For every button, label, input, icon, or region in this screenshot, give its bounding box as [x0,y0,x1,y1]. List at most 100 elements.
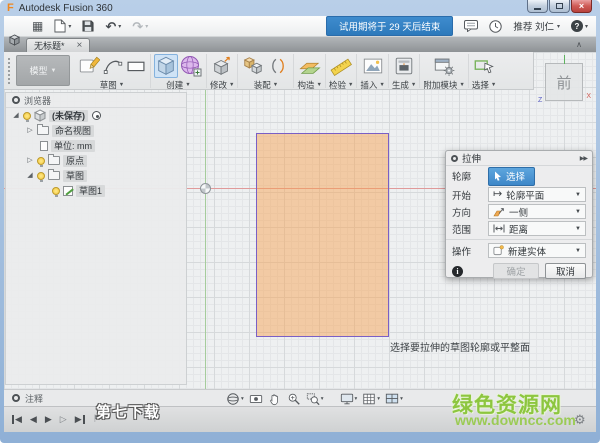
addins-button[interactable] [432,54,456,78]
activate-component-icon[interactable] [92,111,101,120]
document-tab[interactable]: 无标题* × [26,38,90,52]
view-cube[interactable]: 前 X Z [545,63,583,101]
comments-gear-icon[interactable] [12,394,20,402]
zoom-button[interactable] [286,391,302,406]
close-button[interactable]: × [571,0,592,13]
group-label-modify[interactable]: 修改▼ [210,79,234,91]
group-label-construct[interactable]: 构造▼ [297,79,321,91]
data-panel-icon[interactable]: ▦ [32,20,43,32]
press-pull-button[interactable] [210,54,234,78]
orbit-button[interactable]: ▾ [225,391,245,406]
dialog-separator [446,239,592,240]
create-sketch-button[interactable] [77,54,101,78]
tree-item-label[interactable]: 草图1 [76,185,105,197]
file-menu-button[interactable]: ▾ [54,19,71,33]
zoom-icon [287,392,301,406]
group-label-make[interactable]: 生成▼ [392,79,416,91]
zoom-window-button[interactable]: ▾ [305,391,325,406]
distance-icon [493,224,505,233]
extent-dropdown[interactable]: 距离 ▼ [488,221,586,236]
timeline-step-back-button[interactable]: ◀ [30,415,37,424]
joint-icon [268,55,288,77]
pan-button[interactable] [267,391,283,406]
tree-item-named-views[interactable]: ▷ 命名视图 [6,123,186,138]
sketch-profile-rectangle[interactable] [256,133,389,337]
notifications-button[interactable] [464,20,478,32]
comments-label[interactable]: 注释 [25,392,43,405]
measure-button[interactable] [329,54,353,78]
expand-toggle-icon[interactable]: ◢ [26,172,34,179]
arc-tool-button[interactable] [102,54,124,78]
tree-item-label[interactable]: 原点 [63,155,87,167]
joint-button[interactable] [266,54,290,78]
display-settings-button[interactable]: ▾ [339,391,359,406]
timeline-go-to-start-button[interactable]: ◀ [12,415,22,424]
expand-toggle-icon[interactable]: ▷ [26,127,34,134]
tree-item-label[interactable]: 草图 [63,170,87,182]
start-dropdown[interactable]: ↦ 轮廓平面 ▼ [488,187,586,202]
save-button[interactable] [82,20,94,32]
dialog-gear-icon[interactable] [451,155,458,162]
extrude-button[interactable] [154,54,178,78]
viewports-button[interactable]: ▾ [384,391,404,406]
rectangle-tool-button[interactable] [125,54,147,78]
ok-button[interactable]: 确定 [493,263,539,279]
maximize-button[interactable] [549,0,570,13]
profile-select-button[interactable]: 选择 [488,167,535,186]
select-button[interactable] [472,54,496,78]
group-label-insert[interactable]: 插入▼ [360,79,384,91]
tree-item-units[interactable]: 单位: mm [6,138,186,153]
group-label-inspect[interactable]: 检验▼ [329,79,353,91]
tree-item-sketch1[interactable]: 草图1 [6,183,186,198]
help-menu-button[interactable]: ?▾ [571,20,588,32]
grid-settings-button[interactable]: ▾ [361,391,381,406]
direction-dropdown[interactable]: 一侧 ▼ [488,204,586,219]
visibility-bulb-icon[interactable] [37,157,45,165]
dialog-header[interactable]: 拉伸 ▶▶ [446,151,592,166]
minimize-button[interactable] [527,0,548,13]
account-menu-button[interactable]: 推荐 刘仁▾ [513,19,560,33]
visibility-bulb-icon[interactable] [23,112,31,120]
visibility-bulb-icon[interactable] [37,172,45,180]
operation-dropdown[interactable]: 新建实体 ▼ [488,243,586,258]
timeline-go-to-end-button[interactable]: ▶ [75,415,85,424]
tree-item-sketches[interactable]: ◢ 草图 [6,168,186,183]
trial-countdown-button[interactable]: 试用期将于 29 天后结束 [326,16,453,36]
dialog-expand-icon[interactable]: ▶▶ [580,155,587,162]
browser-settings-icon[interactable] [12,96,20,104]
group-label-addins[interactable]: 附加模块▼ [423,79,464,91]
expand-toggle-icon[interactable]: ◢ [12,112,20,119]
timeline-play-button[interactable]: ▶ [45,415,52,424]
tree-item-label[interactable]: 命名视图 [52,125,94,137]
cancel-button[interactable]: 取消 [545,263,586,279]
tree-item-origin[interactable]: ▷ 原点 [6,153,186,168]
group-label-create[interactable]: 创建▼ [166,79,190,91]
construct-plane-button[interactable] [298,54,322,78]
group-label-assemble[interactable]: 装配▼ [254,79,278,91]
new-component-button[interactable] [241,54,265,78]
group-label-sketch[interactable]: 草图▼ [100,79,124,91]
tree-item-label[interactable]: (未保存) [49,110,88,122]
tree-item-label[interactable]: 单位: mm [51,140,95,152]
redo-button[interactable]: ↷▾ [132,20,148,33]
expand-toggle-icon[interactable]: ▷ [26,157,34,164]
view-cube-face-label[interactable]: 前 [556,72,571,93]
create-form-button[interactable] [179,54,203,78]
insert-image-button[interactable] [361,54,385,78]
tab-close-icon[interactable]: × [77,41,83,51]
undo-button[interactable]: ↶▾ [105,20,121,33]
info-icon[interactable]: i [452,266,463,277]
group-label-select[interactable]: 选择▼ [472,79,496,91]
ribbon-group-inspect: 检验▼ [326,54,357,88]
viewport-canvas[interactable]: 选择要拉伸的草图轮廓或平整面 前 X Z 浏览器 ◢ (未保存) [4,52,596,389]
origin-point-marker[interactable] [200,183,211,194]
tree-item-document[interactable]: ◢ (未保存) [6,108,186,123]
job-status-button[interactable] [489,20,502,33]
look-at-button[interactable] [248,391,264,406]
toolbar-collapse-icon[interactable]: ∧ [576,40,582,49]
timeline-step-forward-button[interactable]: ▷ [60,415,67,424]
visibility-bulb-icon[interactable] [52,187,60,195]
make-button[interactable] [392,54,416,78]
workspace-menu-button[interactable]: 模型▼ [16,55,70,86]
toolbar-grip[interactable] [8,58,13,84]
